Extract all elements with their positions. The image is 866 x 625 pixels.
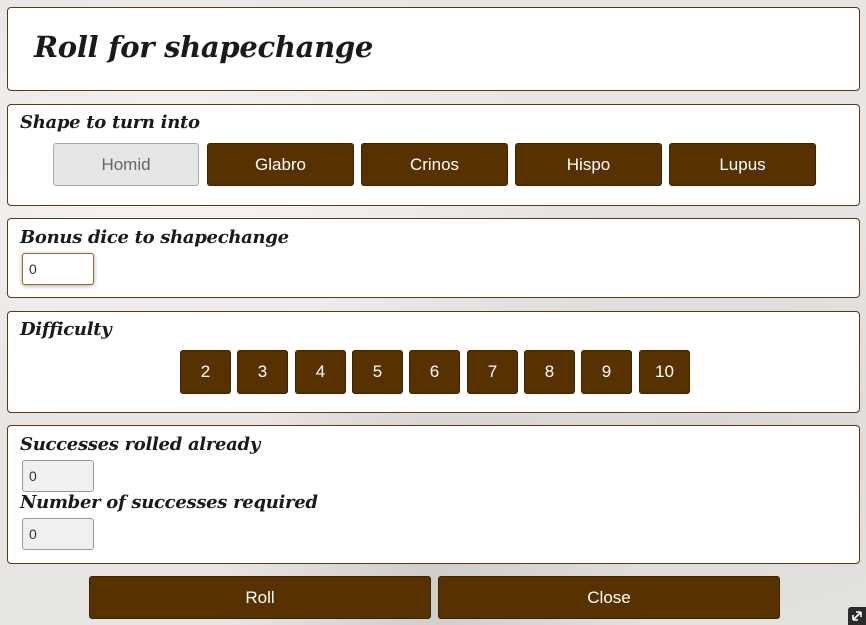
dialog-title: Roll for shapechange bbox=[34, 30, 374, 64]
bonus-dice-input[interactable]: 0 bbox=[22, 253, 94, 285]
difficulty-button-2[interactable]: 2 bbox=[180, 350, 231, 394]
difficulty-panel: Difficulty 2 3 4 5 6 7 8 9 10 bbox=[7, 311, 860, 413]
title-panel: Roll for shapechange bbox=[7, 7, 860, 91]
difficulty-button-5[interactable]: 5 bbox=[352, 350, 403, 394]
difficulty-button-4[interactable]: 4 bbox=[295, 350, 346, 394]
shape-button-homid[interactable]: Homid bbox=[53, 143, 199, 186]
bonus-label: Bonus dice to shapechange bbox=[20, 227, 289, 248]
resize-grip-icon[interactable] bbox=[848, 607, 866, 625]
roll-button[interactable]: Roll bbox=[89, 576, 431, 619]
successes-required-input[interactable]: 0 bbox=[22, 518, 94, 550]
shape-button-lupus[interactable]: Lupus bbox=[669, 143, 816, 186]
successes-rolled-input[interactable]: 0 bbox=[22, 460, 94, 492]
difficulty-label: Difficulty bbox=[20, 319, 112, 340]
close-button[interactable]: Close bbox=[438, 576, 780, 619]
difficulty-button-6[interactable]: 6 bbox=[409, 350, 460, 394]
shape-button-crinos[interactable]: Crinos bbox=[361, 143, 508, 186]
difficulty-button-8[interactable]: 8 bbox=[524, 350, 575, 394]
shape-button-glabro[interactable]: Glabro bbox=[207, 143, 354, 186]
resize-arrow-icon bbox=[852, 611, 862, 621]
successes-panel: Successes rolled already 0 Number of suc… bbox=[7, 425, 860, 564]
difficulty-button-10[interactable]: 10 bbox=[639, 350, 690, 394]
difficulty-button-7[interactable]: 7 bbox=[467, 350, 518, 394]
successes-rolled-label: Successes rolled already bbox=[20, 434, 260, 455]
shape-button-hispo[interactable]: Hispo bbox=[515, 143, 662, 186]
shape-panel: Shape to turn into Homid Glabro Crinos H… bbox=[7, 104, 860, 206]
difficulty-button-9[interactable]: 9 bbox=[581, 350, 632, 394]
successes-required-label: Number of successes required bbox=[20, 492, 318, 513]
bonus-panel: Bonus dice to shapechange 0 bbox=[7, 218, 860, 298]
difficulty-button-3[interactable]: 3 bbox=[237, 350, 288, 394]
shape-label: Shape to turn into bbox=[20, 112, 200, 133]
